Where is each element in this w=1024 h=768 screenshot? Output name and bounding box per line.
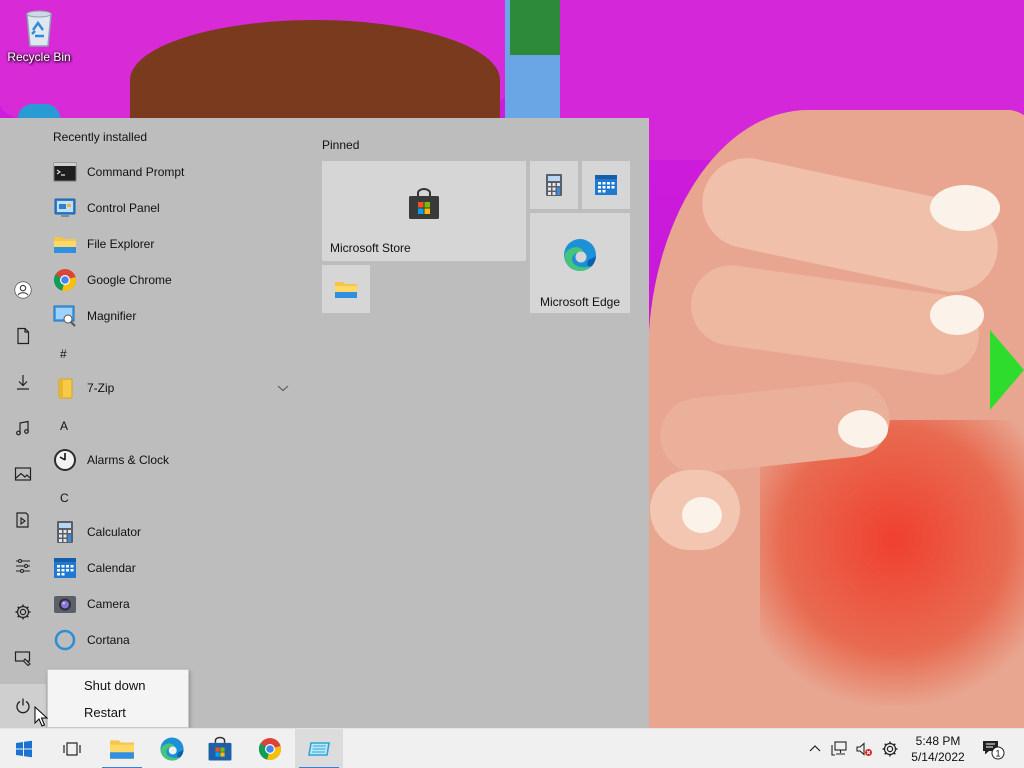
desktop-icon-recycle-bin[interactable]: Recycle Bin [4,8,74,64]
section-header-pinned: Pinned [322,138,360,152]
app-icon [308,742,330,756]
task-view-icon [63,742,81,756]
chevron-down-icon[interactable] [277,382,289,394]
edge-icon [564,239,597,272]
start-button[interactable] [0,729,48,768]
restart-menu-item[interactable]: Restart [48,699,188,726]
taskbar-store[interactable] [196,729,244,768]
store-icon [208,736,232,761]
app-list: Recently installed Command Prompt Contro… [46,118,301,728]
settings-icon [882,741,898,757]
pictures-icon[interactable] [7,458,39,490]
shut-down-menu-item[interactable]: Shut down [48,672,188,699]
edge-icon [160,737,184,761]
command-prompt-icon [53,160,77,184]
network-icon [831,741,847,756]
mouse-cursor-icon [34,706,48,727]
magnifier-icon [53,304,77,328]
settings-tray-button[interactable] [878,729,902,768]
taskbar-chrome[interactable] [246,729,294,768]
taskbar-clock[interactable]: 5:48 PM 5/14/2022 [906,733,970,765]
tile-calculator[interactable] [530,161,578,209]
chevron-up-icon [809,745,821,752]
notification-count: 1 [995,749,1000,759]
calculator-icon [546,174,562,196]
show-hidden-icons-button[interactable] [804,729,826,768]
start-rail [0,118,46,728]
calculator-icon [53,520,77,544]
taskbar-app[interactable] [295,729,343,768]
notification-icon: 1 [983,741,1005,760]
file-explorer-icon [53,232,77,256]
music-icon[interactable] [7,412,39,444]
downloads-icon[interactable] [7,366,39,398]
tile-calendar[interactable] [582,161,630,209]
videos-icon[interactable] [7,504,39,536]
group-letter-a[interactable]: A [60,419,68,433]
list-item-cortana[interactable]: Cortana [46,622,301,658]
taskbar: 5:48 PM 5/14/2022 1 [0,728,1024,768]
list-item-command-prompt[interactable]: Command Prompt [46,154,301,190]
section-header-recently-installed: Recently installed [53,130,148,144]
chrome-icon [53,268,77,292]
start-icon [16,740,32,758]
file-explorer-icon [110,740,134,759]
list-item-calculator[interactable]: Calculator [46,514,301,550]
taskbar-file-explorer[interactable] [98,729,146,768]
list-item-google-chrome[interactable]: Google Chrome [46,262,301,298]
group-letter-c[interactable]: C [60,491,69,505]
power-menu: Shut down Restart [47,669,189,728]
user-icon[interactable] [7,274,39,306]
list-item-alarms-clock[interactable]: Alarms & Clock [46,442,301,478]
recycle-bin-icon [21,8,57,48]
clock-date: 5/14/2022 [911,750,965,764]
list-item-calendar[interactable]: Calendar [46,550,301,586]
action-center-button[interactable]: 1 [978,729,1008,768]
camera-icon [53,592,77,616]
start-menu: Recently installed Command Prompt Contro… [0,118,649,728]
tile-microsoft-store[interactable]: Microsoft Store [322,161,526,261]
personalization-icon[interactable] [7,642,39,674]
folder-icon [53,376,77,400]
list-item-camera[interactable]: Camera [46,586,301,622]
store-icon [409,188,439,219]
desktop-icon-label: Recycle Bin [7,50,71,64]
file-explorer-icon [335,282,357,298]
tile-label: Microsoft Edge [539,295,621,309]
calendar-icon [53,556,77,580]
settings-icon[interactable] [7,596,39,628]
tile-microsoft-edge[interactable]: Microsoft Edge [530,213,630,313]
clock-time: 5:48 PM [915,734,961,748]
task-view-button[interactable] [48,729,96,768]
volume-muted-icon [856,742,872,756]
volume-tray-button[interactable] [852,729,876,768]
taskbar-edge[interactable] [148,729,196,768]
tile-label: Microsoft Store [330,241,411,255]
group-letter-hash[interactable]: # [60,347,67,361]
network-icon[interactable] [7,550,39,582]
list-item-magnifier[interactable]: Magnifier [46,298,301,334]
list-item-7-zip[interactable]: 7-Zip [46,370,301,406]
documents-icon[interactable] [7,320,39,352]
alarm-clock-icon [53,448,77,472]
user-avatar-icon [14,281,32,299]
desktop-partial-icon[interactable] [18,104,60,118]
cortana-icon [53,628,77,652]
tile-file-explorer[interactable] [322,265,370,313]
network-tray-button[interactable] [828,729,852,768]
control-panel-icon [53,196,77,220]
calendar-icon [595,175,617,195]
list-item-control-panel[interactable]: Control Panel [46,190,301,226]
chrome-icon [258,738,281,760]
list-item-file-explorer[interactable]: File Explorer [46,226,301,262]
